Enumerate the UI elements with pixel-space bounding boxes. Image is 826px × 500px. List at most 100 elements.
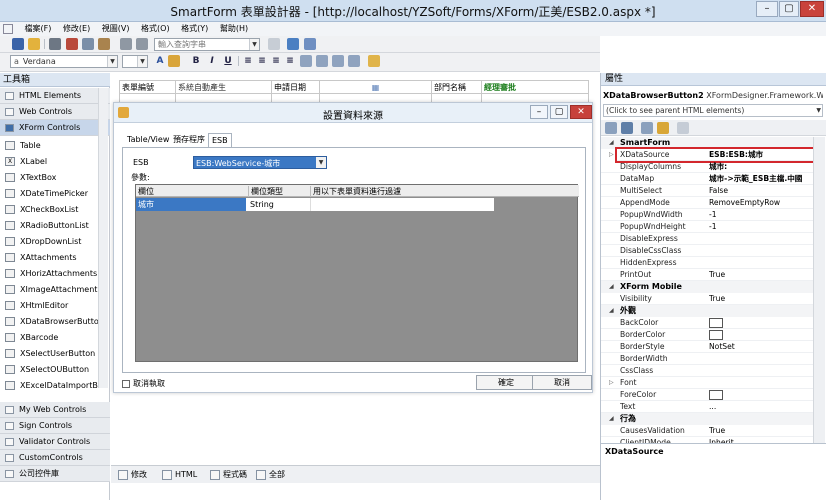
grid-view-icon[interactable] bbox=[287, 38, 299, 50]
property-row[interactable]: ▷ XDataSource ESB:ESB:城市 bbox=[609, 147, 815, 163]
category-custom-controls[interactable]: CustomControls bbox=[0, 450, 110, 466]
font-size-select[interactable]: ▼ bbox=[122, 55, 148, 68]
property-value[interactable]: True bbox=[709, 425, 813, 437]
toolbox-item-xtextbox[interactable]: XTextBox bbox=[4, 170, 98, 185]
cell-dept-label[interactable]: 部門名稱 bbox=[431, 80, 482, 94]
cell-apply-date-label[interactable]: 申請日期 bbox=[271, 80, 320, 94]
toolbox-item-xradiobuttonlist[interactable]: XRadioButtonList bbox=[4, 218, 98, 233]
category-validator-controls[interactable]: Validator Controls bbox=[0, 434, 110, 450]
property-value[interactable]: ... bbox=[709, 401, 813, 413]
dialog-maximize-button[interactable]: ▢ bbox=[550, 105, 568, 119]
tab-html[interactable]: HTML bbox=[161, 468, 197, 482]
save-icon[interactable] bbox=[12, 38, 24, 50]
property-value[interactable]: True bbox=[709, 293, 813, 305]
property-row[interactable]: Text... bbox=[601, 401, 813, 413]
brush-icon[interactable] bbox=[368, 55, 380, 67]
toolbox-item-xbarcode[interactable]: XBarcode bbox=[4, 330, 98, 345]
property-row[interactable]: ▷ Font bbox=[601, 377, 813, 389]
property-value[interactable]: True bbox=[709, 269, 813, 281]
property-row[interactable]: DataMap 城市->示範_ESB主檔.中國 bbox=[601, 173, 813, 185]
property-row[interactable]: BorderStyle NotSet bbox=[601, 341, 813, 353]
property-value[interactable]: 城市: bbox=[709, 161, 813, 173]
cell-manager-approval[interactable]: 經理審批 bbox=[481, 80, 589, 94]
chevron-down-icon[interactable]: ▼ bbox=[249, 39, 259, 50]
font-select[interactable]: a Verdana ▼ bbox=[10, 55, 118, 68]
color-swatch[interactable] bbox=[709, 390, 723, 400]
sort-az-icon[interactable] bbox=[621, 122, 633, 134]
property-row[interactable]: PopupWndHeight -1 bbox=[601, 221, 813, 233]
italic-button[interactable]: I bbox=[206, 55, 218, 67]
tab-design[interactable]: 修改 bbox=[117, 468, 147, 482]
toolbox-scrollbar[interactable] bbox=[98, 88, 108, 388]
cell-type[interactable]: String bbox=[248, 198, 308, 211]
property-row[interactable]: BorderWidth bbox=[601, 353, 813, 365]
property-category[interactable]: ◢ 外觀 bbox=[601, 305, 813, 317]
property-row[interactable]: MultiSelect False bbox=[601, 185, 813, 197]
dialog-close-button[interactable]: ✕ bbox=[570, 105, 592, 119]
property-value[interactable]: RemoveEmptyRow bbox=[709, 197, 813, 209]
parent-elements-dropdown[interactable]: (Click to see parent HTML elements) ▼ bbox=[603, 104, 823, 117]
toolbox-item-xdropdownlist[interactable]: XDropDownList bbox=[4, 234, 98, 249]
border-icon[interactable] bbox=[300, 55, 312, 67]
cell-form-number-value[interactable]: 系統自動產生 bbox=[175, 80, 272, 94]
toolbox-item-xselectoubutton[interactable]: XSelectOUButton bbox=[4, 362, 98, 377]
close-button[interactable]: ✕ bbox=[800, 1, 824, 17]
underline-button[interactable]: U bbox=[222, 55, 234, 67]
property-value[interactable]: NotSet bbox=[709, 341, 813, 353]
cell-filter[interactable] bbox=[310, 198, 494, 211]
property-row[interactable]: CausesValidation True bbox=[601, 425, 813, 437]
tab-all[interactable]: 全部 bbox=[255, 468, 285, 482]
collapse-icon[interactable]: ◢ bbox=[609, 305, 614, 317]
tab-code[interactable]: 程式碼 bbox=[209, 468, 247, 482]
copy-icon[interactable] bbox=[82, 38, 94, 50]
cell-field[interactable]: 城市 bbox=[136, 198, 246, 211]
property-value[interactable]: ESB:ESB:城市 bbox=[709, 149, 813, 161]
property-row[interactable]: DisplayColumns 城市: bbox=[601, 161, 813, 173]
property-value[interactable]: False bbox=[709, 185, 813, 197]
undo-icon[interactable] bbox=[120, 38, 132, 50]
table-icon[interactable] bbox=[304, 38, 316, 50]
menu-help[interactable]: 幫助(H) bbox=[220, 22, 248, 36]
expand-icon[interactable]: ▷ bbox=[609, 149, 614, 161]
align-center-icon[interactable]: ≡ bbox=[256, 55, 268, 67]
property-category[interactable]: ◢ SmartForm bbox=[601, 137, 813, 149]
property-row[interactable]: HiddenExpress bbox=[601, 257, 813, 269]
split-icon[interactable] bbox=[348, 55, 360, 67]
toolbox-item-xexceldataimport[interactable]: XExcelDataImportB... bbox=[4, 378, 105, 393]
object-selector[interactable]: XDataBrowserButton2 XFormDesigner.Framew… bbox=[603, 89, 823, 102]
esb-select[interactable]: ESB:WebService-城市 ▼ bbox=[193, 156, 327, 169]
table-row[interactable]: 城市 String bbox=[136, 198, 494, 211]
chevron-down-icon[interactable]: ▼ bbox=[316, 157, 326, 168]
minimize-button[interactable]: – bbox=[756, 1, 778, 17]
print-icon[interactable] bbox=[49, 38, 61, 50]
category-company-controls[interactable]: 公司控件庫 bbox=[0, 466, 110, 482]
calendar-icon[interactable]: ▦ bbox=[372, 83, 380, 92]
collapse-icon[interactable]: ◢ bbox=[609, 281, 614, 293]
toolbox-item-xcheckboxlist[interactable]: XCheckBoxList bbox=[4, 202, 98, 217]
font-color-icon[interactable]: A bbox=[154, 55, 166, 67]
category-xform-controls[interactable]: XForm Controls bbox=[0, 120, 110, 136]
tab-stored-procedure[interactable]: 預存程序 bbox=[170, 133, 208, 147]
align-right-icon[interactable]: ≡ bbox=[270, 55, 282, 67]
property-row[interactable]: Visibility True bbox=[601, 293, 813, 305]
property-row[interactable]: BorderColor bbox=[601, 329, 813, 341]
menu-edit[interactable]: 修改(E) bbox=[63, 22, 90, 36]
cancel-run-checkbox[interactable]: 取消執取 bbox=[122, 378, 165, 390]
property-value[interactable]: -1 bbox=[709, 209, 813, 221]
chevron-down-icon[interactable]: ▼ bbox=[816, 105, 821, 116]
query-input[interactable]: 輸入查詢字串 ▼ bbox=[154, 38, 260, 51]
toolbox-item-xhorizattachments[interactable]: XHorizAttachments bbox=[4, 266, 98, 281]
highlight-icon[interactable] bbox=[168, 55, 180, 67]
property-row[interactable]: DisableExpress bbox=[601, 233, 813, 245]
toolbox-item-ximageattachment[interactable]: XImageAttachment bbox=[4, 282, 98, 297]
chevron-down-icon[interactable]: ▼ bbox=[107, 56, 117, 67]
merge-icon[interactable] bbox=[332, 55, 344, 67]
property-category[interactable]: ◢ 行為 bbox=[601, 413, 813, 425]
property-row[interactable]: DisableCssClass bbox=[601, 245, 813, 257]
cancel-button[interactable]: 取消 bbox=[532, 375, 592, 390]
menu-format-y[interactable]: 格式(Y) bbox=[181, 22, 208, 36]
cell-form-number-label[interactable]: 表單編號 bbox=[119, 80, 176, 94]
justify-icon[interactable]: ≡ bbox=[284, 55, 296, 67]
toolbox-item-xattachments[interactable]: XAttachments bbox=[4, 250, 98, 265]
tab-table-view[interactable]: Table/View bbox=[124, 133, 172, 147]
